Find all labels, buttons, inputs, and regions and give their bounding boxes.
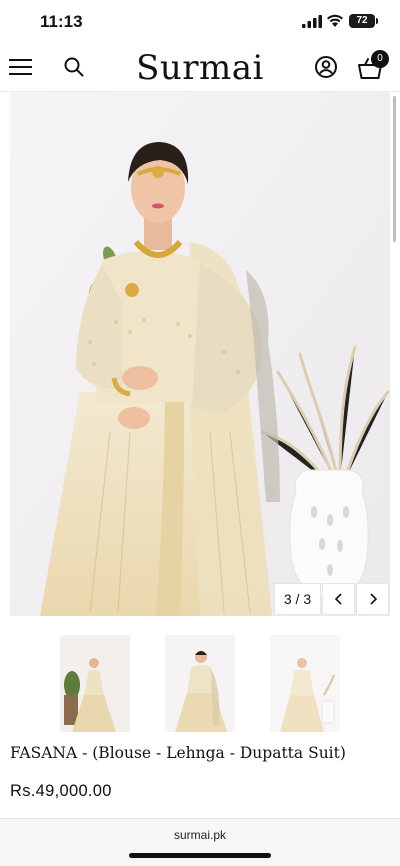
product-image[interactable] xyxy=(10,92,390,616)
chevron-left-icon xyxy=(334,593,342,605)
menu-button[interactable] xyxy=(8,54,34,80)
browser-url[interactable]: surmai.pk xyxy=(0,828,400,842)
site-header: Surmai xyxy=(0,44,400,92)
previous-image-button[interactable] xyxy=(322,583,355,615)
account-icon xyxy=(315,56,337,78)
battery-nub xyxy=(376,18,378,24)
wifi-icon xyxy=(327,14,343,27)
chevron-right-icon xyxy=(369,593,377,605)
battery-icon: 72 xyxy=(349,14,375,28)
thumbnail-3[interactable] xyxy=(270,635,340,732)
site-logo[interactable]: Surmai xyxy=(130,48,270,88)
search-icon xyxy=(64,57,84,77)
account-button[interactable] xyxy=(313,54,339,80)
search-button[interactable] xyxy=(62,55,86,79)
thumbnail-1[interactable] xyxy=(60,635,130,732)
product-price: Rs.49,000.00 xyxy=(10,782,112,800)
thumbnail-2[interactable] xyxy=(165,635,235,732)
status-time: 11:13 xyxy=(40,12,83,31)
home-indicator[interactable] xyxy=(129,853,271,858)
page-scrollbar[interactable] xyxy=(393,96,396,242)
browser-address-bar xyxy=(0,818,400,866)
image-counter: 3 / 3 xyxy=(274,583,321,615)
product-title: FASANA - (Blouse - Lehnga - Dupatta Suit… xyxy=(10,744,346,762)
cart-count-badge: 0 xyxy=(371,50,389,68)
next-image-button[interactable] xyxy=(356,583,389,615)
menu-icon xyxy=(9,59,32,75)
signal-icon xyxy=(302,15,322,28)
status-bar: 11:13 72 xyxy=(0,0,400,44)
